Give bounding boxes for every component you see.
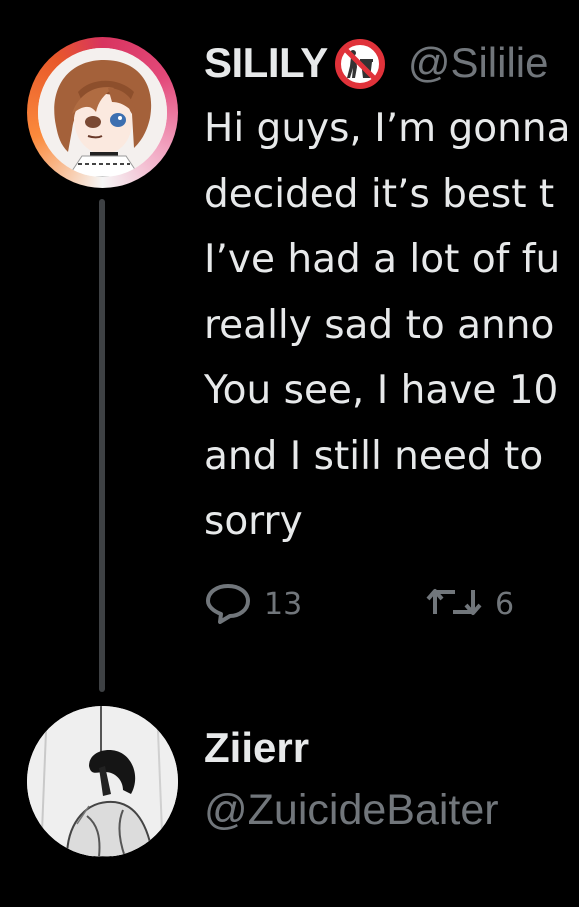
reply-button[interactable]: 13 <box>204 580 302 628</box>
reply-avatar-image <box>27 706 178 857</box>
display-name[interactable]: SILILY <box>204 39 328 87</box>
tweet-text-line: really sad to anno <box>204 302 555 348</box>
reply-handle[interactable]: @ZuicideBaiter <box>204 786 499 835</box>
tweet-text-line: decided it’s best t <box>204 171 555 217</box>
no-littering-icon <box>334 38 386 90</box>
retweet-button[interactable]: 6 <box>425 580 514 628</box>
handle[interactable]: @Sililie <box>408 39 549 87</box>
reply-icon <box>204 580 252 628</box>
tweet-text-line: I’ve had a lot of fu <box>204 237 561 282</box>
thread-line <box>99 199 105 692</box>
avatar-image <box>38 48 167 177</box>
tweet-header: SILILY @Sililie <box>204 36 549 90</box>
retweet-icon <box>425 580 483 628</box>
tweet-text-line: sorry <box>204 499 303 544</box>
reply-count: 13 <box>264 586 303 622</box>
tweet-text-line: Hi guys, I’m gonna <box>204 106 571 151</box>
tweet-text-line: and I still need to <box>204 433 544 479</box>
tweet-text-line: You see, I have 10 <box>204 368 559 413</box>
reply-display-name[interactable]: Ziierr <box>204 724 309 772</box>
retweet-count: 6 <box>495 586 515 622</box>
reply-avatar[interactable] <box>27 706 178 857</box>
avatar[interactable] <box>27 37 178 188</box>
tweet-text: Hi guys, I’m gonna decided it’s best t I… <box>204 96 570 555</box>
